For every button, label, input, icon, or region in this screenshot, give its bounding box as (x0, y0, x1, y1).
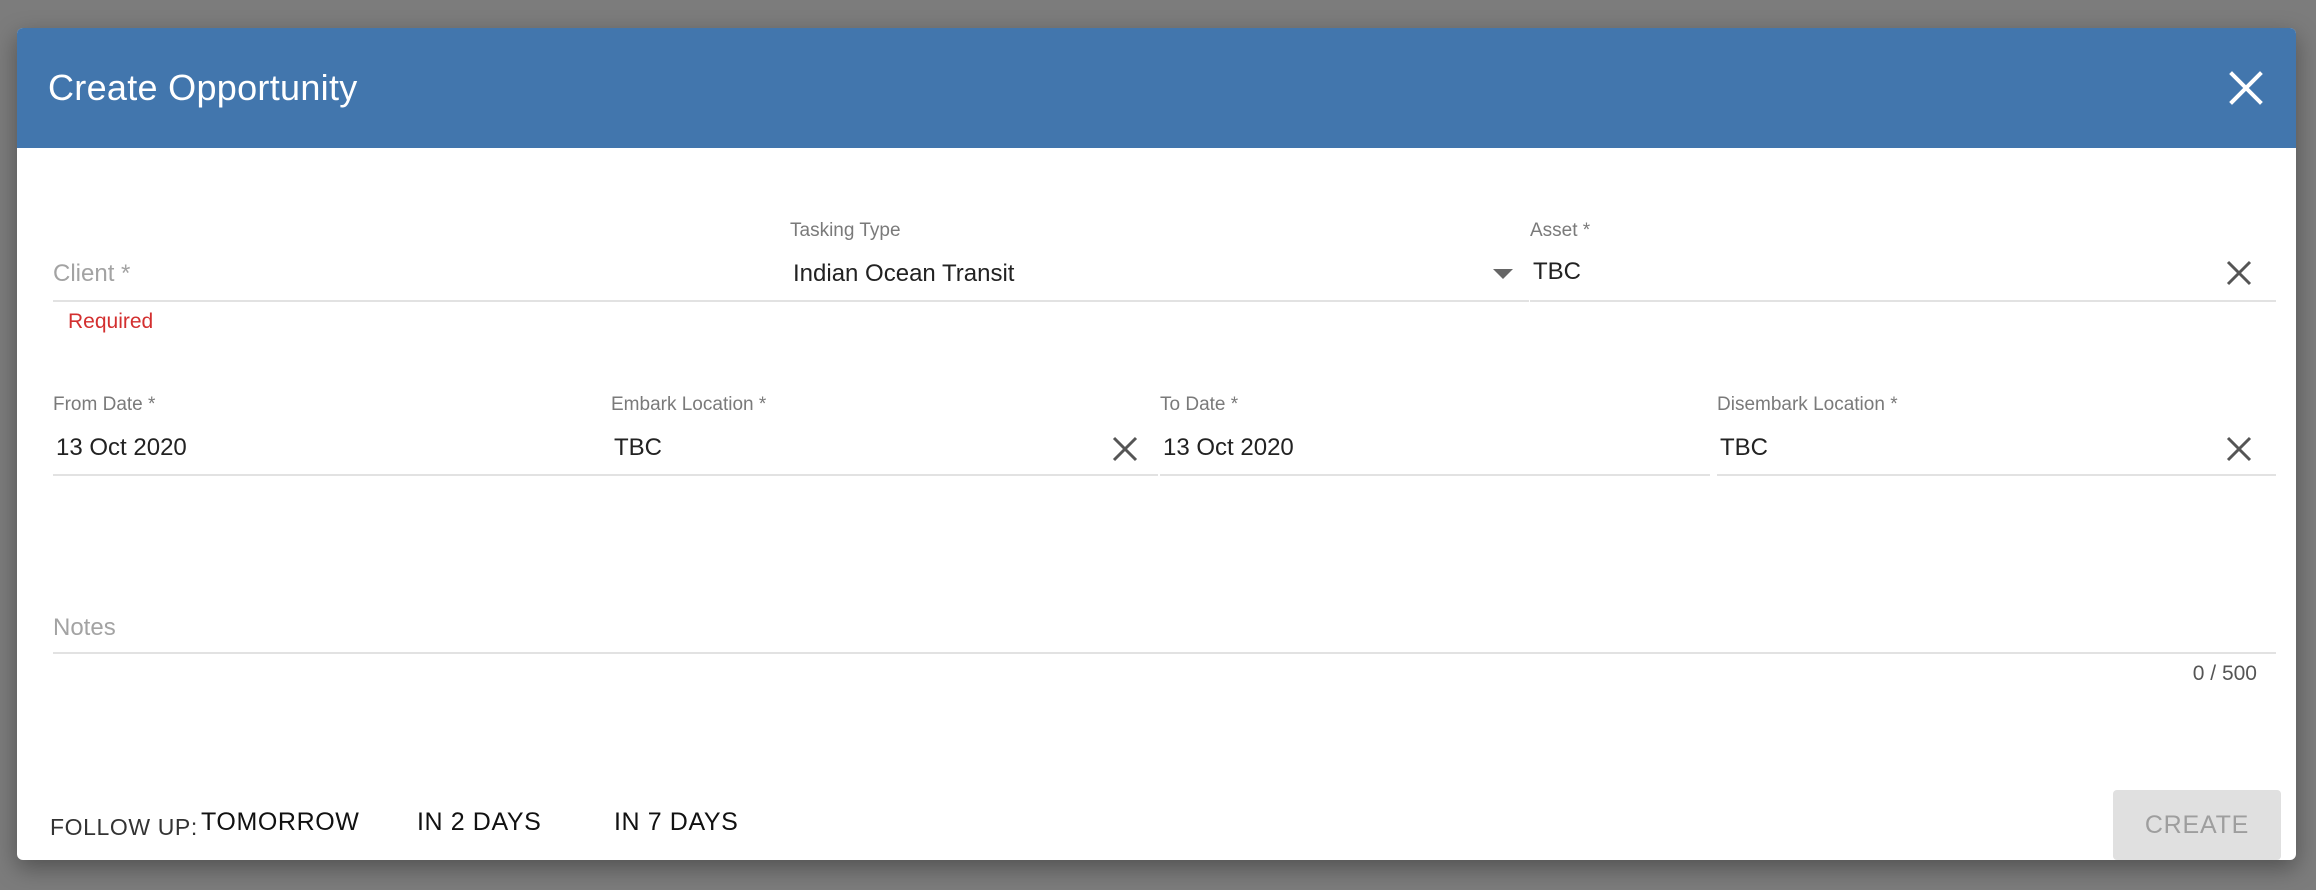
disembark-location-label: Disembark Location * (1717, 394, 1898, 415)
asset-field[interactable]: Asset * TBC (1530, 220, 2276, 302)
to-date-field[interactable]: To Date * 13 Oct 2020 (1160, 394, 1710, 476)
dialog-title: Create Opportunity (48, 67, 358, 108)
close-icon[interactable] (2226, 68, 2266, 108)
tasking-type-value: Indian Ocean Transit (793, 260, 1015, 287)
embark-location-field[interactable]: Embark Location * TBC (611, 394, 1158, 476)
follow-up-7-days-button[interactable]: IN 7 DAYS (614, 808, 738, 837)
follow-up-tomorrow-button[interactable]: TOMORROW (201, 808, 360, 837)
embark-location-value: TBC (614, 434, 662, 461)
tasking-type-label: Tasking Type (790, 220, 901, 241)
client-underline (53, 300, 800, 302)
client-field[interactable]: Client * (53, 220, 800, 302)
from-date-label: From Date * (53, 394, 156, 415)
to-date-underline (1160, 474, 1710, 476)
from-date-underline (53, 474, 618, 476)
from-date-value: 13 Oct 2020 (56, 434, 187, 461)
notes-character-counter: 0 / 500 (2192, 662, 2257, 685)
notes-field[interactable]: Notes (53, 588, 2276, 654)
disembark-location-value: TBC (1720, 434, 1768, 461)
to-date-value: 13 Oct 2020 (1163, 434, 1294, 461)
embark-location-label: Embark Location * (611, 394, 767, 415)
follow-up-2-days-button[interactable]: IN 2 DAYS (417, 808, 541, 837)
asset-label: Asset * (1530, 220, 1591, 241)
dialog-header: Create Opportunity (17, 28, 2296, 148)
tasking-type-underline (790, 300, 1529, 302)
client-placeholder: Client * (53, 260, 131, 287)
disembark-location-clear-icon[interactable] (2222, 432, 2256, 466)
asset-underline (1530, 300, 2276, 302)
asset-value: TBC (1533, 258, 1581, 285)
from-date-field[interactable]: From Date * 13 Oct 2020 (53, 394, 618, 476)
embark-location-clear-icon[interactable] (1108, 432, 1142, 466)
disembark-location-field[interactable]: Disembark Location * TBC (1717, 394, 2276, 476)
create-opportunity-dialog: Create Opportunity Client * Required Tas… (17, 28, 2296, 860)
asset-clear-icon[interactable] (2222, 256, 2256, 290)
create-button[interactable]: CREATE (2113, 790, 2281, 860)
embark-location-underline (611, 474, 1158, 476)
to-date-label: To Date * (1160, 394, 1239, 415)
chevron-down-icon[interactable] (1493, 269, 1513, 279)
client-error: Required (68, 310, 154, 333)
notes-placeholder: Notes (53, 614, 116, 641)
notes-underline (53, 652, 2276, 654)
tasking-type-select[interactable]: Tasking Type Indian Ocean Transit (790, 220, 1529, 302)
disembark-location-underline (1717, 474, 2276, 476)
follow-up-label: FOLLOW UP: (50, 814, 198, 840)
